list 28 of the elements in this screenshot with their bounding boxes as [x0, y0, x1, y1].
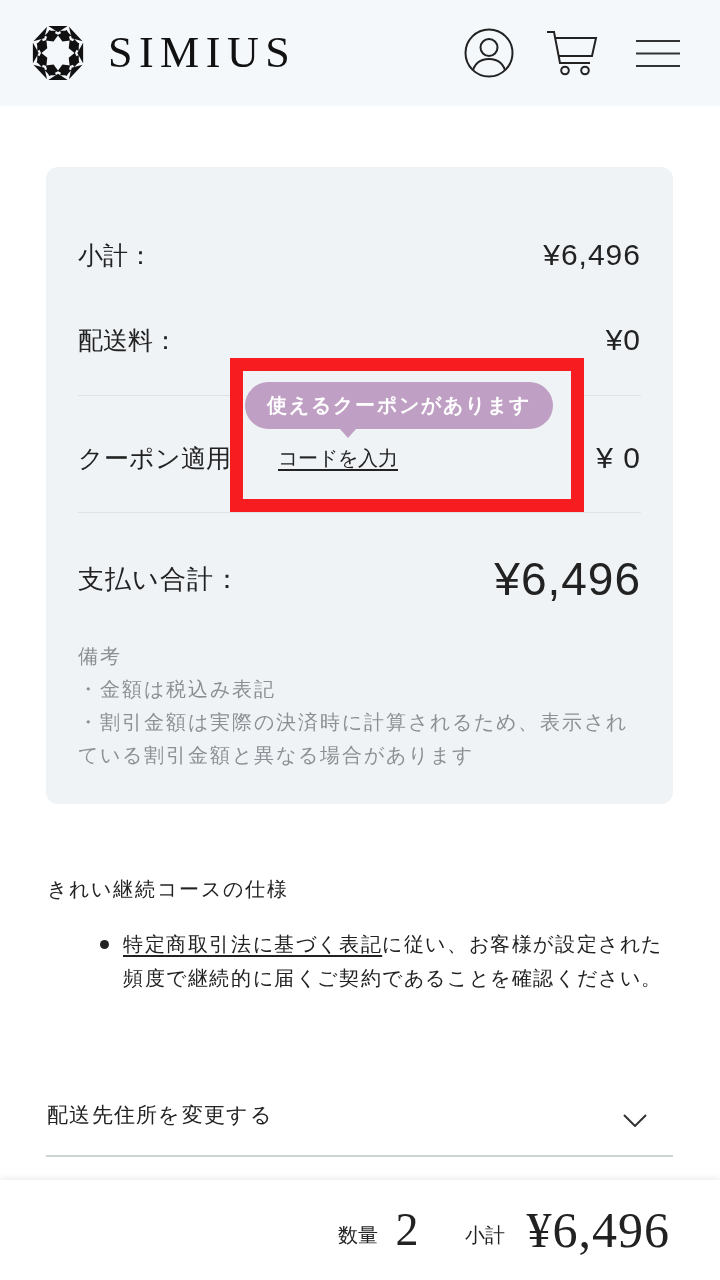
emblem-icon[interactable] [30, 23, 86, 83]
brand-name[interactable]: SIMIUS [108, 31, 297, 75]
enter-code-link[interactable]: コードを入力 [278, 446, 398, 470]
summary-amount: ¥6,496 [543, 238, 641, 272]
legal-notice-link[interactable]: 特定商取引法に基づく表記 [123, 932, 383, 956]
notes-title: 備考 [78, 643, 123, 670]
section-title: きれい継続コースの仕様 [46, 877, 290, 901]
total-amount: ¥6,496 [494, 552, 641, 606]
tooltip-pointer-icon [340, 429, 356, 438]
spec-text: 特定商取引法に基づく表記に従い、お客様が設定された頻度で継続的に届くご契約であることを確認ください。 [123, 931, 664, 992]
subtotal-amount: ¥6,496 [526, 1205, 670, 1255]
summary-amount: ¥0 [605, 323, 641, 357]
bullet-icon [100, 940, 109, 949]
total-label: 支払い合計： [78, 562, 241, 596]
quantity-value: 2 [395, 1207, 419, 1253]
menu-icon[interactable] [636, 39, 680, 67]
coupon-tooltip: 使えるクーポンがあります [245, 382, 553, 429]
subtotal-label: 小計 [464, 1221, 505, 1249]
cart-icon[interactable] [546, 30, 598, 76]
summary-label: 小計： [78, 239, 153, 272]
summary-label: 配送料： [78, 324, 178, 357]
quantity-label: 数量 [337, 1221, 378, 1249]
address-accordion[interactable]: 配送先住所を変更する [46, 1070, 673, 1157]
note-text: ・割引金額は実際の決済時に計算されるため、表示されている割引金額と異なる場合があります [78, 709, 629, 769]
summary-amount: ¥ 0 [596, 441, 641, 475]
user-icon[interactable] [464, 28, 514, 78]
note-text: ・金額は税込み表記 [78, 676, 277, 703]
summary-label: クーポン適用 [78, 442, 231, 475]
